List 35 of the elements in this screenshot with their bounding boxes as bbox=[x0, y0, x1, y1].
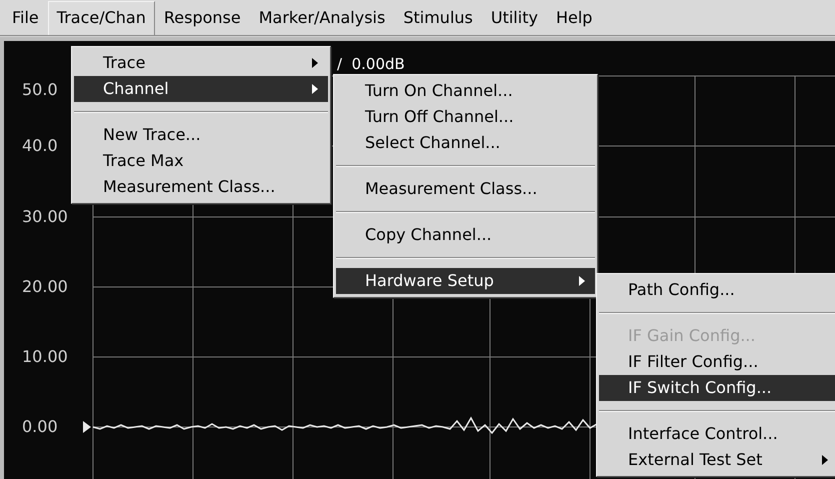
menu-item[interactable]: IF Switch Config... bbox=[599, 375, 835, 401]
menu-item[interactable]: Trace Max bbox=[74, 148, 328, 174]
trace-header: / 0.00dB bbox=[337, 55, 405, 73]
menu-item[interactable]: New Trace... bbox=[74, 122, 328, 148]
menu-bar-item[interactable]: Help bbox=[546, 0, 602, 34]
menu-bar-item[interactable]: Trace/Chan bbox=[48, 0, 155, 34]
menu-bar-item[interactable]: Response bbox=[154, 0, 250, 34]
menu-item[interactable]: Hardware Setup bbox=[336, 268, 595, 294]
axis-label: 50.0 bbox=[22, 81, 58, 99]
menu-item[interactable]: Turn Off Channel... bbox=[336, 104, 595, 130]
menu-item[interactable]: Copy Channel... bbox=[336, 222, 595, 248]
submenu-arrow-icon bbox=[312, 58, 318, 68]
menu-bar-item[interactable]: Marker/Analysis bbox=[250, 0, 394, 34]
axis-label: 10.00 bbox=[22, 348, 68, 366]
menu-item[interactable]: Interface Control... bbox=[599, 421, 835, 447]
menu-item[interactable]: Measurement Class... bbox=[336, 176, 595, 202]
menu-bar-item[interactable]: Stimulus bbox=[394, 0, 482, 34]
submenu-arrow-icon bbox=[312, 84, 318, 94]
menu-item[interactable]: IF Filter Config... bbox=[599, 349, 835, 375]
axis-label: 0.00 bbox=[22, 418, 58, 436]
axis-label: 20.00 bbox=[22, 278, 68, 296]
submenu-arrow-icon bbox=[579, 276, 585, 286]
menu-item[interactable]: Select Channel... bbox=[336, 130, 595, 156]
menu-item[interactable]: Turn On Channel... bbox=[336, 78, 595, 104]
menu-item[interactable]: Path Config... bbox=[599, 277, 835, 303]
menu-item[interactable]: Trace bbox=[74, 50, 328, 76]
submenu-arrow-icon bbox=[822, 455, 828, 465]
menu-item[interactable]: Channel bbox=[74, 76, 328, 102]
axis-label: 30.00 bbox=[22, 208, 68, 226]
menu-item[interactable]: External Test Set bbox=[599, 447, 835, 473]
axis-label: 40.0 bbox=[22, 137, 58, 155]
reference-marker-icon bbox=[83, 421, 91, 433]
menu-bar-item[interactable]: Utility bbox=[482, 0, 547, 34]
menu-item[interactable]: Measurement Class... bbox=[74, 174, 328, 200]
menu-bar-item[interactable]: File bbox=[3, 0, 48, 34]
